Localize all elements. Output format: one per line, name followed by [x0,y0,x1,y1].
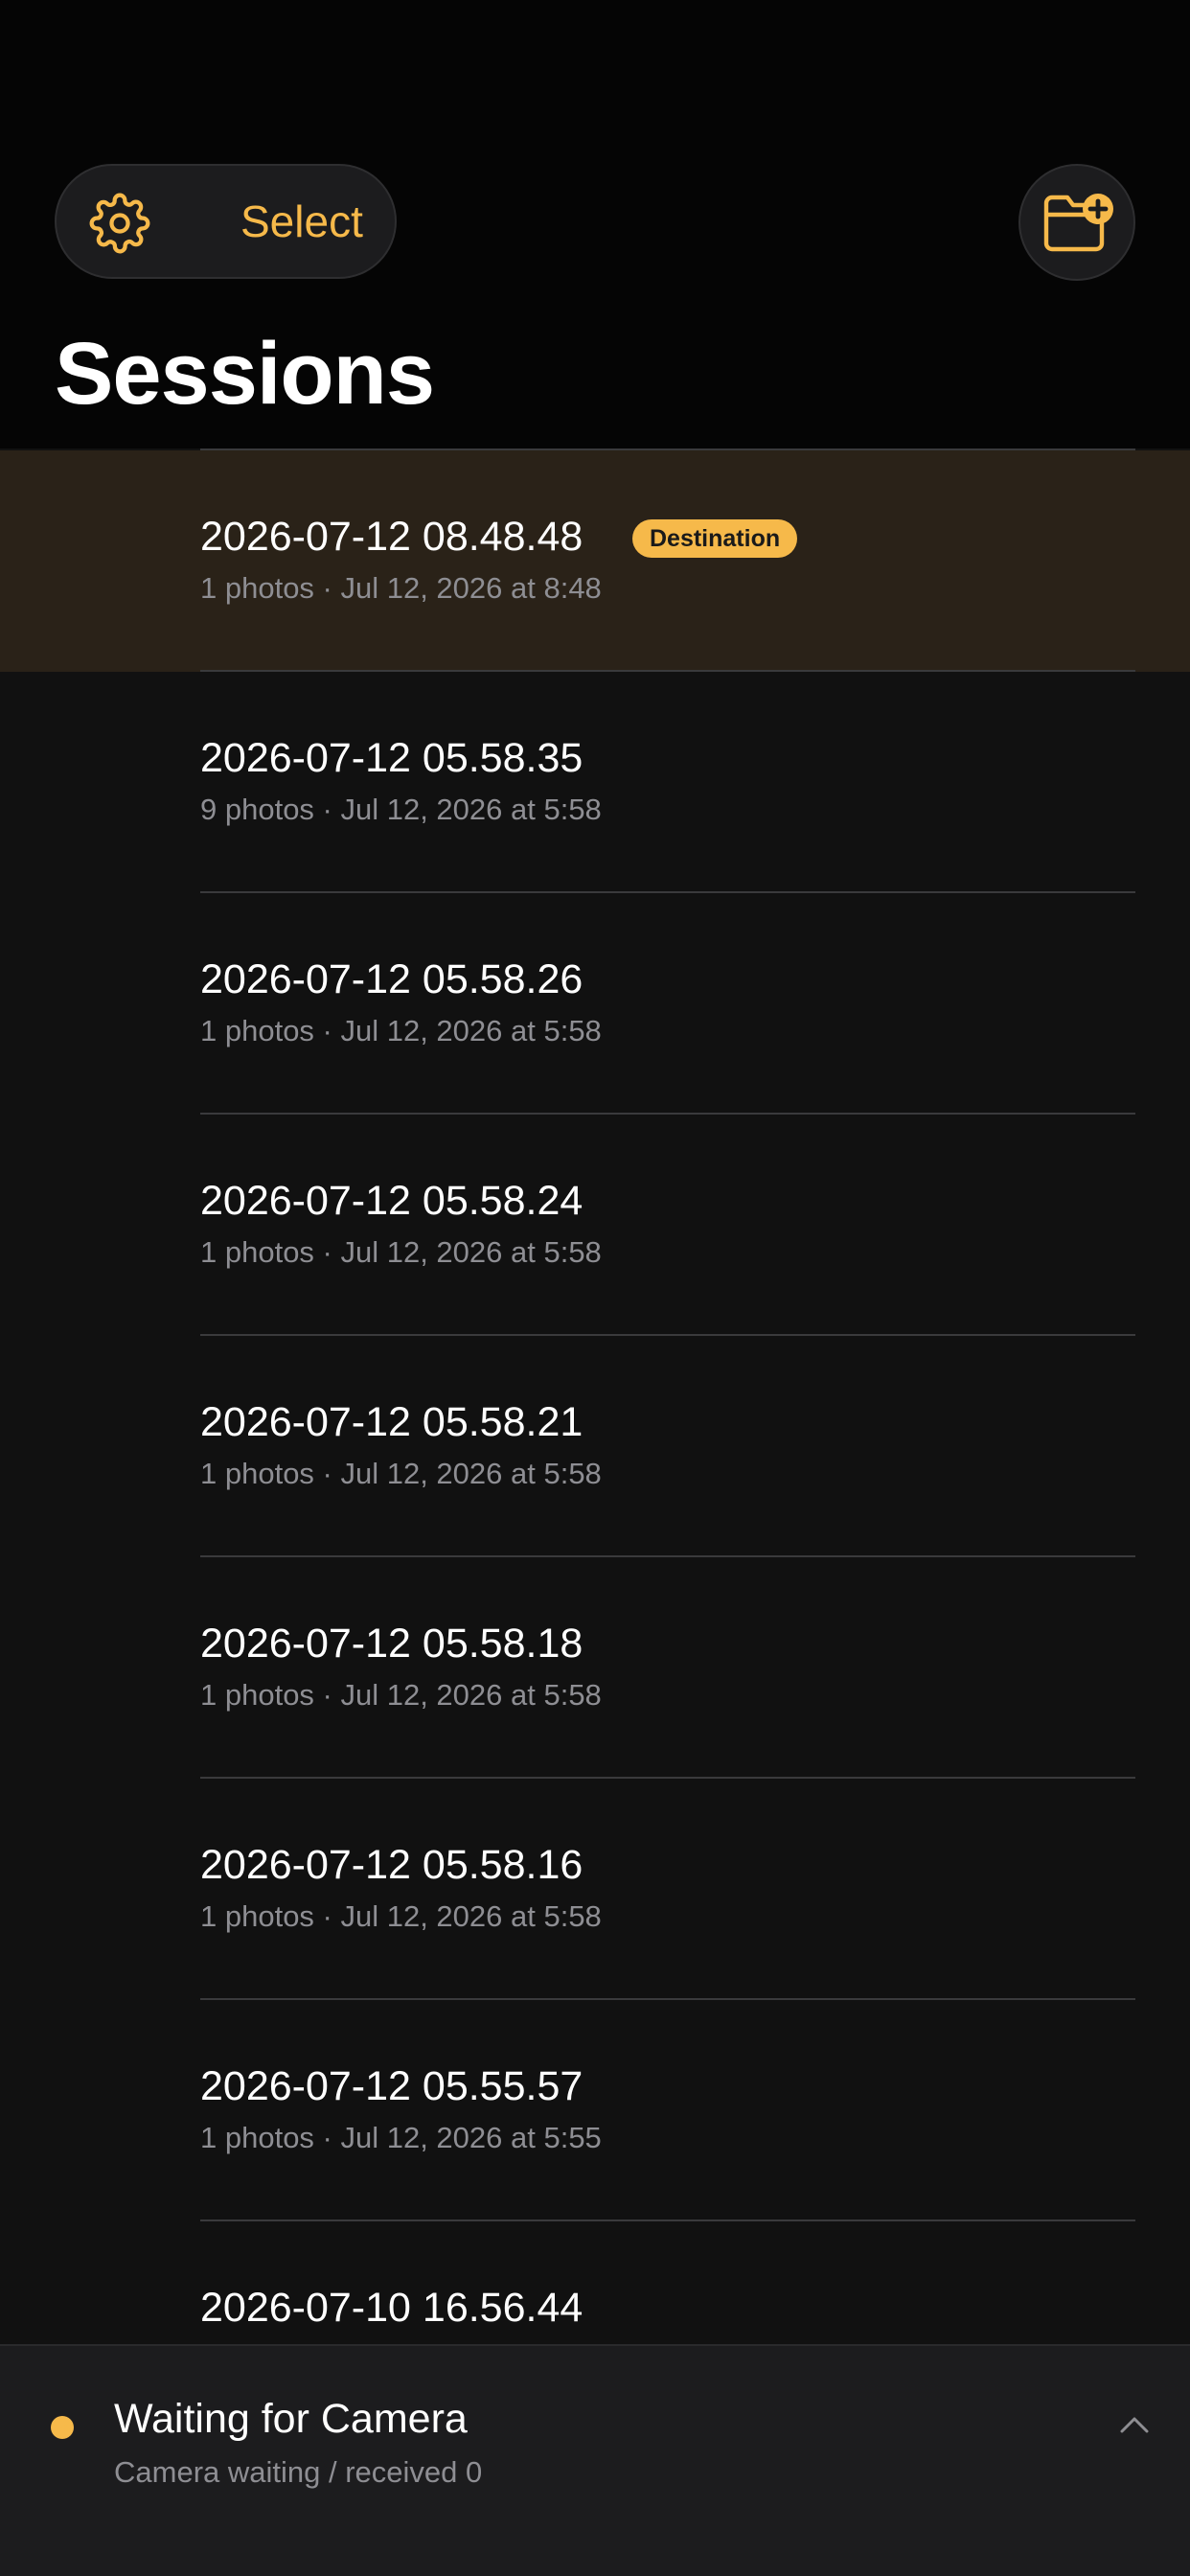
session-name: 2026-07-12 05.58.35 [200,735,584,781]
session-thumbnail [55,1164,172,1282]
session-thumbnail [55,1828,172,1946]
session-meta: 1 photos · Jul 12, 2026 at 5:58 [200,1457,602,1490]
session-thumbnail [55,500,172,618]
session-row[interactable]: 2026-07-12 05.58.18 1 photos · Jul 12, 20… [0,1557,1190,1779]
destination-badge: Destination [632,519,798,558]
session-list: 2026-07-12 08.48.48 Destination 1 photos ·… [0,450,1190,2443]
session-row[interactable]: 2026-07-12 05.58.21 1 photos · Jul 12, 20… [0,1336,1190,1557]
session-meta: 1 photos · Jul 12, 2026 at 5:58 [200,1014,602,1047]
folder-plus-icon [1043,194,1113,252]
session-name: 2026-07-12 05.58.26 [200,956,584,1002]
toolbar-pill: Select [55,164,397,279]
session-name: 2026-07-12 05.58.16 [200,1842,584,1888]
gear-icon[interactable] [89,193,150,254]
camera-status-bar[interactable]: Waiting for Camera Camera waiting / rece… [0,2344,1190,2576]
session-name: 2026-07-12 05.58.24 [200,1178,584,1224]
page-title: Sessions [55,325,435,423]
status-title: Waiting for Camera [114,2396,468,2442]
session-thumbnail [55,1607,172,1725]
session-thumbnail [55,722,172,840]
session-row[interactable]: 2026-07-12 05.55.57 1 photos · Jul 12, 20… [0,2000,1190,2221]
session-name: 2026-07-12 05.58.18 [200,1621,584,1667]
session-meta: 1 photos · Jul 12, 2026 at 8:48 [200,571,602,605]
session-row[interactable]: 2026-07-12 05.58.35 9 photos · Jul 12, 20… [0,672,1190,893]
session-meta: 1 photos · Jul 12, 2026 at 5:58 [200,1899,602,1933]
select-button[interactable]: Select [240,166,363,277]
session-meta: 9 photos · Jul 12, 2026 at 5:58 [200,793,602,826]
header: Select Sessions [0,0,1190,448]
chevron-up-icon[interactable] [1119,2413,1150,2436]
status-subtitle: Camera waiting / received 0 [114,2455,483,2489]
status-dot [51,2416,74,2439]
session-name: 2026-07-12 05.58.21 [200,1399,584,1445]
session-name: 2026-07-10 16.56.44 [200,2285,584,2331]
session-row[interactable]: 2026-07-12 08.48.48 Destination 1 photos ·… [0,450,1190,672]
session-row[interactable]: 2026-07-12 05.58.24 1 photos · Jul 12, 20… [0,1115,1190,1336]
session-thumbnail [55,1386,172,1504]
session-thumbnail [55,943,172,1061]
session-thumbnail [55,2050,172,2168]
session-row[interactable]: 2026-07-12 05.58.16 1 photos · Jul 12, 20… [0,1779,1190,2000]
session-name: 2026-07-12 08.48.48 [200,514,584,560]
session-meta: 1 photos · Jul 12, 2026 at 5:55 [200,2121,602,2154]
session-row[interactable]: 2026-07-12 05.58.26 1 photos · Jul 12, 20… [0,893,1190,1115]
session-meta: 1 photos · Jul 12, 2026 at 5:58 [200,1235,602,1269]
session-name: 2026-07-12 05.55.57 [200,2063,584,2109]
new-folder-button[interactable] [1018,164,1135,281]
session-meta: 1 photos · Jul 12, 2026 at 5:58 [200,1678,602,1712]
